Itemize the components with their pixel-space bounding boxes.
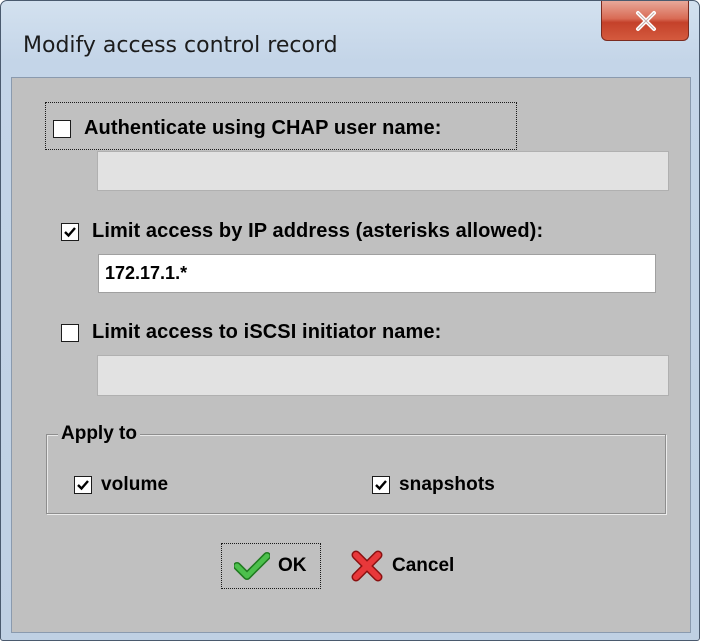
red-x-icon bbox=[350, 549, 384, 583]
dialog-content: Authenticate using CHAP user name: Limit… bbox=[11, 77, 691, 633]
chap-label: Authenticate using CHAP user name: bbox=[84, 117, 442, 139]
snapshots-option[interactable]: snapshots bbox=[372, 474, 495, 496]
iscsi-label: Limit access to iSCSI initiator name: bbox=[92, 321, 442, 343]
iscsi-option[interactable]: Limit access to iSCSI initiator name: bbox=[61, 321, 441, 344]
cancel-button[interactable]: Cancel bbox=[350, 543, 454, 589]
checkmark-icon bbox=[64, 226, 76, 237]
apply-to-title: Apply to bbox=[58, 423, 140, 445]
checkmark-icon bbox=[375, 480, 387, 491]
volume-option[interactable]: volume bbox=[74, 474, 168, 496]
ip-address-field[interactable]: 172.17.1.* bbox=[98, 254, 656, 293]
close-icon bbox=[636, 11, 656, 31]
cancel-label: Cancel bbox=[392, 555, 455, 576]
dialog-title: Modify access control record bbox=[23, 33, 338, 58]
snapshots-label: snapshots bbox=[399, 474, 495, 495]
iscsi-initiator-field[interactable] bbox=[97, 355, 669, 396]
close-button[interactable] bbox=[601, 1, 689, 41]
checkmark-icon bbox=[77, 480, 89, 491]
title-bar[interactable]: Modify access control record bbox=[1, 1, 699, 77]
green-checkmark-icon bbox=[234, 551, 270, 581]
ok-button[interactable]: OK bbox=[221, 543, 321, 589]
iscsi-checkbox[interactable] bbox=[61, 323, 79, 342]
chap-option[interactable]: Authenticate using CHAP user name: bbox=[53, 117, 442, 140]
volume-checkbox[interactable] bbox=[74, 476, 92, 494]
snapshots-checkbox[interactable] bbox=[372, 476, 390, 494]
dialog-window: Modify access control record Authenticat… bbox=[0, 0, 700, 641]
ok-label: OK bbox=[278, 555, 307, 576]
ip-label: Limit access by IP address (asterisks al… bbox=[92, 220, 544, 242]
chap-checkbox[interactable] bbox=[53, 119, 71, 138]
chap-username-field[interactable] bbox=[97, 151, 669, 191]
volume-label: volume bbox=[101, 474, 169, 495]
ip-checkbox[interactable] bbox=[61, 222, 79, 241]
ip-option[interactable]: Limit access by IP address (asterisks al… bbox=[61, 220, 543, 243]
